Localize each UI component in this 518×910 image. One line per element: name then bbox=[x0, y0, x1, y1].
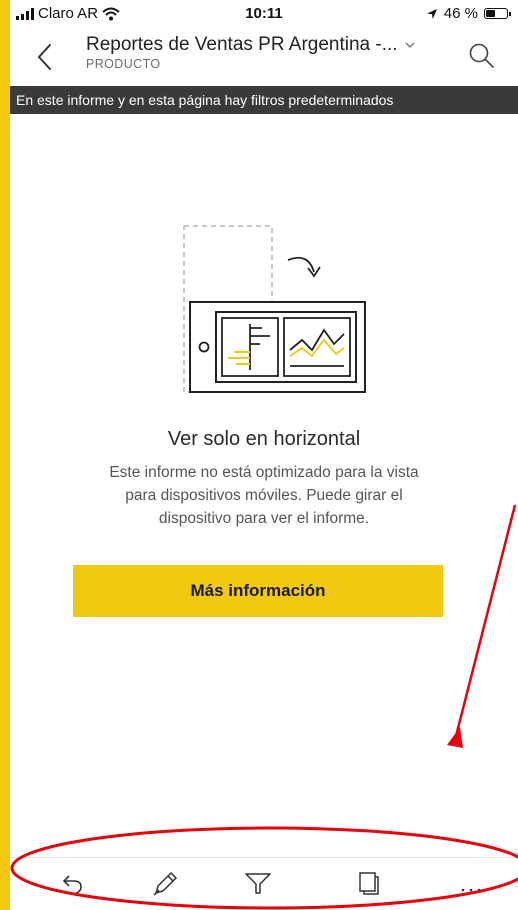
status-bar: Claro AR 10:11 46 % bbox=[10, 0, 518, 28]
undo-icon bbox=[62, 875, 82, 895]
report-title-text: Reportes de Ventas PR Argentina -... bbox=[86, 34, 398, 55]
annotate-button[interactable] bbox=[150, 868, 180, 898]
bottom-toolbar bbox=[10, 857, 518, 910]
message-title: Ver solo en horizontal bbox=[167, 428, 361, 450]
search-button[interactable] bbox=[468, 42, 496, 70]
undo-button[interactable] bbox=[58, 868, 88, 898]
app-header: Reportes de Ventas PR Argentina -... PRO… bbox=[10, 28, 518, 86]
more-icon bbox=[461, 888, 481, 892]
filter-banner: En este informe y en esta página hay fil… bbox=[10, 86, 518, 114]
battery-level bbox=[486, 10, 495, 17]
report-title-selector[interactable]: Reportes de Ventas PR Argentina -... PRO… bbox=[86, 34, 446, 71]
pages-icon bbox=[359, 872, 379, 895]
phone-screen: Claro AR 10:11 46 % Reportes de Ventas P… bbox=[10, 0, 518, 910]
pages-button[interactable] bbox=[354, 868, 384, 898]
status-right: 46 % bbox=[426, 5, 511, 22]
back-button[interactable] bbox=[30, 40, 60, 74]
more-options-button[interactable] bbox=[456, 868, 486, 898]
report-title: Reportes de Ventas PR Argentina -... bbox=[86, 34, 446, 56]
more-info-button[interactable]: Más información bbox=[73, 565, 443, 617]
chevron-down-icon bbox=[405, 42, 415, 48]
rotate-device-illustration bbox=[183, 225, 366, 393]
battery-percent: 46 % bbox=[443, 5, 478, 22]
location-arrow-icon bbox=[426, 8, 437, 19]
search-icon bbox=[469, 43, 494, 68]
page-name: PRODUCTO bbox=[86, 57, 161, 71]
chevron-left-icon bbox=[37, 44, 51, 70]
battery-icon bbox=[484, 8, 511, 19]
message-body: Este informe no está optimizado para la … bbox=[109, 464, 419, 527]
pen-icon bbox=[153, 871, 178, 896]
filter-icon bbox=[245, 873, 271, 894]
filter-button[interactable] bbox=[243, 868, 273, 898]
